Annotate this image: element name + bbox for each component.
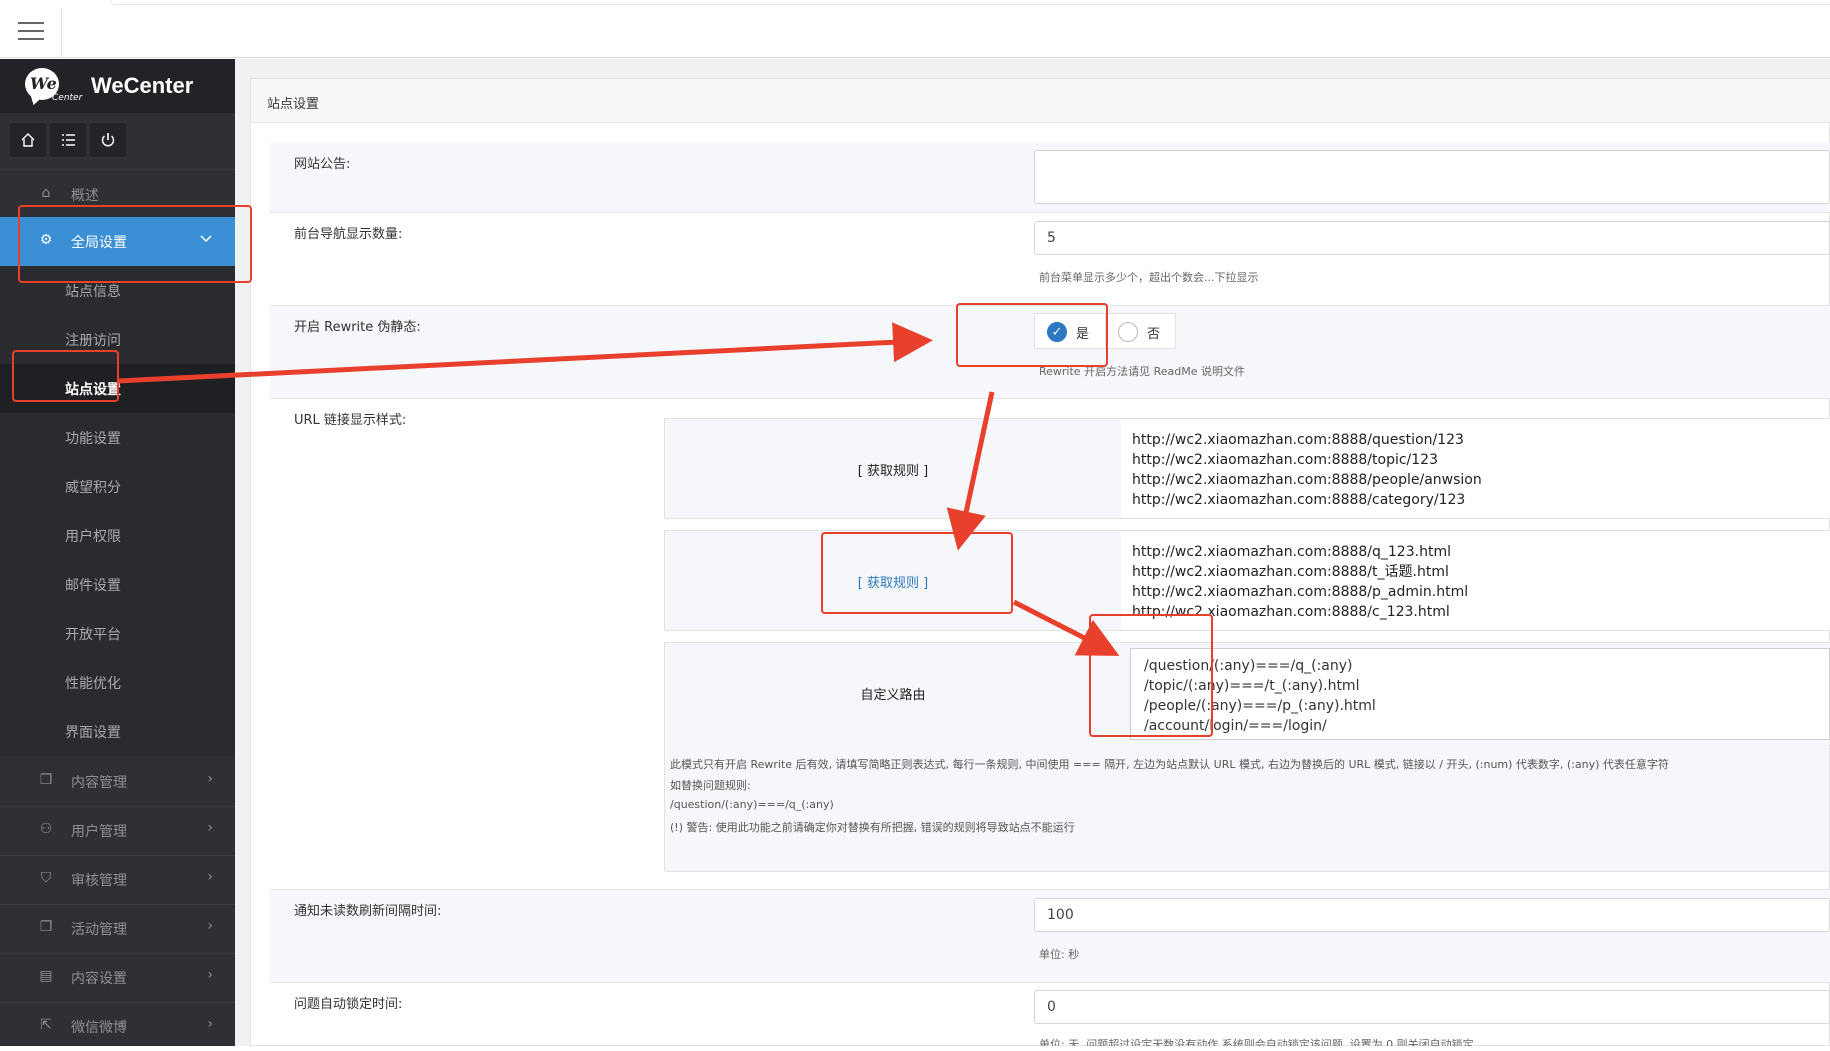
annotation-arrow	[117, 322, 933, 384]
annotation-arrows	[117, 322, 1120, 656]
annotation-arrow	[1012, 599, 1120, 656]
annotation-arrow	[946, 391, 995, 551]
